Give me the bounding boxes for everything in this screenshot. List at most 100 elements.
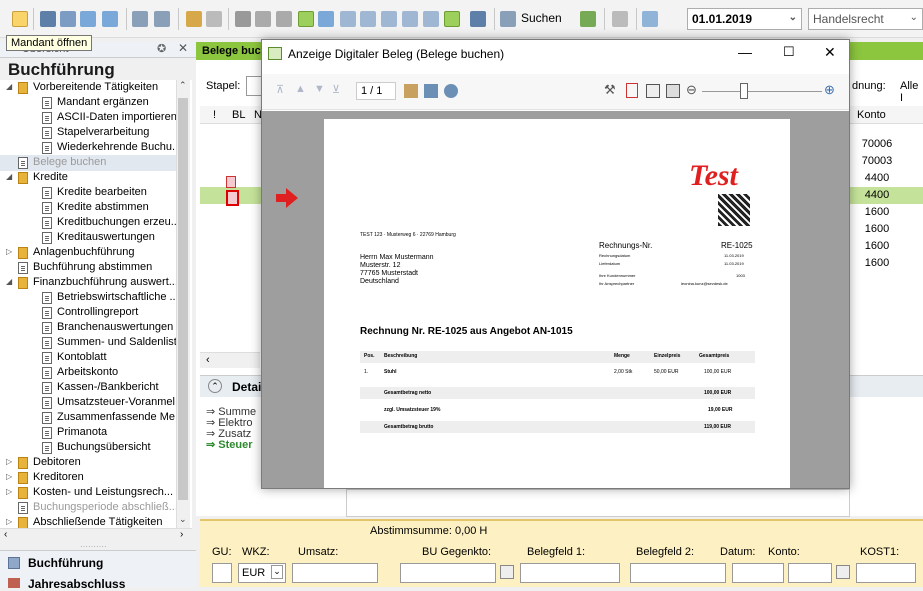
export-icon[interactable] — [132, 11, 148, 27]
belegfeld2-field[interactable] — [630, 563, 726, 583]
tree-item[interactable]: Buchungsübersicht — [0, 440, 190, 456]
tree-item[interactable]: Kassen-/Bankbericht — [0, 380, 190, 396]
columns-icon[interactable] — [360, 11, 376, 27]
tree-item[interactable]: ◢ Kredite — [0, 170, 190, 186]
collapse-icon[interactable]: ◢ — [6, 172, 12, 181]
tree-item[interactable]: ▷ Debitoren — [0, 455, 190, 471]
kost1-field[interactable] — [856, 563, 916, 583]
wrench-icon[interactable] — [318, 11, 334, 27]
document-icon[interactable] — [226, 176, 236, 188]
list-view-icon[interactable] — [402, 11, 418, 27]
tree-item[interactable]: ◢ Vorbereitende Tätigkeiten — [0, 80, 190, 96]
currency-select[interactable]: EUR ⌄ — [238, 563, 286, 583]
scroll-left-icon[interactable]: ‹ — [4, 529, 7, 540]
paste-icon[interactable] — [276, 11, 292, 27]
expand-icon[interactable]: ▷ — [6, 247, 12, 256]
next-page-icon[interactable]: ▼ — [314, 83, 325, 95]
tree-item[interactable]: Arbeitskonto — [0, 365, 190, 381]
first-page-icon[interactable]: ⊼ — [276, 83, 284, 96]
save-icon[interactable] — [470, 11, 486, 27]
umsatz-field[interactable] — [292, 563, 378, 583]
tree-item[interactable]: Zusammenfassende Me... — [0, 410, 190, 426]
document-icon[interactable] — [381, 11, 397, 27]
collapse-icon[interactable]: ⌃ — [208, 379, 222, 393]
konto-field[interactable] — [788, 563, 832, 583]
forward-arrow-icon[interactable] — [102, 11, 118, 27]
filter-icon[interactable] — [298, 11, 314, 27]
scroll-right-icon[interactable]: › — [180, 529, 183, 540]
calculator-icon[interactable] — [580, 11, 596, 27]
law-selector[interactable]: Handelsrecht ⌄ — [808, 8, 923, 30]
tree-item[interactable]: Kreditbuchungen erzeu... — [0, 215, 190, 231]
print-preview-icon[interactable] — [60, 11, 76, 27]
export-icon[interactable] — [404, 84, 418, 98]
expand-icon[interactable]: ▷ — [6, 487, 12, 496]
close-icon[interactable]: ✕ — [824, 44, 836, 61]
col-header-konto[interactable]: Konto — [857, 109, 886, 121]
cut-icon[interactable] — [235, 11, 251, 27]
transfer-icon[interactable] — [642, 11, 658, 27]
tree-item[interactable]: Belege buchen — [0, 155, 190, 171]
close-icon[interactable]: ✕ — [178, 41, 188, 55]
chevron-down-icon[interactable]: ⌄ — [789, 12, 797, 23]
nav-hscrollbar[interactable]: ‹ › — [0, 528, 192, 542]
col-header-flag[interactable]: ! — [213, 109, 216, 121]
tree-item[interactable]: Kredite bearbeiten — [0, 185, 190, 201]
tree-item[interactable]: Primanota — [0, 425, 190, 441]
tree-item[interactable]: Controllingreport — [0, 305, 190, 321]
module-jahresabschluss[interactable]: Jahresabschluss — [0, 574, 196, 591]
gegenkonto-field[interactable] — [400, 563, 496, 583]
collapse-icon[interactable]: ◢ — [6, 82, 12, 91]
zoom-slider[interactable] — [702, 91, 822, 92]
nav-scroll-thumb[interactable] — [178, 98, 188, 500]
tab-belege-buchen[interactable]: Belege buc — [202, 45, 261, 57]
list-icon[interactable] — [340, 11, 356, 27]
minimize-icon[interactable]: — — [738, 44, 752, 60]
pdf-icon[interactable] — [626, 83, 638, 98]
pin-icon[interactable]: ✪ — [157, 42, 166, 55]
copy-icon[interactable] — [255, 11, 271, 27]
wrench-icon[interactable]: ⚒ — [604, 82, 616, 98]
tree-item[interactable]: Umsatzsteuer-Voranmel... — [0, 395, 190, 411]
dialog-titlebar[interactable]: Anzeige Digitaler Beleg (Belege buchen) … — [262, 40, 849, 68]
datum-field[interactable] — [732, 563, 784, 583]
last-page-icon[interactable]: ⊻ — [332, 83, 340, 96]
window-icon[interactable] — [423, 11, 439, 27]
scroll-left-icon[interactable]: ‹ — [206, 354, 210, 366]
belegfeld1-field[interactable] — [520, 563, 620, 583]
col-header-bl[interactable]: BL — [232, 109, 245, 121]
page-indicator[interactable]: 1 / 1 — [356, 82, 396, 100]
expand-icon[interactable]: ▷ — [6, 457, 12, 466]
tree-item[interactable]: Kredite abstimmen — [0, 200, 190, 216]
tree-item[interactable]: ▷ Kosten- und Leistungsrech... — [0, 485, 190, 501]
expand-icon[interactable]: ▷ — [6, 472, 12, 481]
tree-item[interactable]: ASCII-Daten importieren — [0, 110, 190, 126]
tree-item[interactable]: Mandant ergänzen — [0, 95, 190, 111]
maximize-icon[interactable]: ☐ — [783, 44, 795, 60]
chevron-down-icon[interactable]: ⌄ — [910, 12, 918, 23]
mail-icon[interactable] — [444, 84, 458, 98]
print-icon[interactable] — [40, 11, 56, 27]
lookup-icon[interactable] — [836, 565, 850, 579]
scroll-up-icon[interactable]: ⌃ — [179, 80, 187, 91]
tree-item[interactable]: ▷ Anlagenbuchführung — [0, 245, 190, 261]
tree-item[interactable]: ◢ Finanzbuchführung auswert... — [0, 275, 190, 291]
collapse-icon[interactable]: ◢ — [6, 277, 12, 286]
tree-item[interactable]: Branchenauswertungen — [0, 320, 190, 336]
tree-item[interactable]: Stapelverarbeitung — [0, 125, 190, 141]
zoom-in-icon[interactable]: ⊕ — [824, 82, 835, 98]
zoom-out-icon[interactable]: ⊖ — [686, 82, 697, 98]
tree-item[interactable]: Wiederkehrende Buchu... — [0, 140, 190, 156]
date-field[interactable]: 01.01.2019 ⌄ — [687, 8, 802, 30]
module-buchfuehrung[interactable]: Buchführung — [0, 550, 196, 574]
data-icon[interactable] — [154, 11, 170, 27]
scroll-down-icon[interactable]: ⌄ — [179, 514, 187, 525]
search-button-label[interactable]: Suchen — [521, 11, 562, 25]
chevron-down-icon[interactable]: ⌄ — [271, 565, 283, 579]
attachment-icon[interactable] — [226, 190, 239, 206]
tree-item[interactable]: Kreditauswertungen — [0, 230, 190, 246]
fit-page-icon[interactable] — [646, 84, 660, 98]
tree-item[interactable]: Buchungsperiode abschließ... — [0, 500, 190, 516]
lookup-icon[interactable] — [500, 565, 514, 579]
expand-icon[interactable]: ▷ — [6, 517, 12, 526]
